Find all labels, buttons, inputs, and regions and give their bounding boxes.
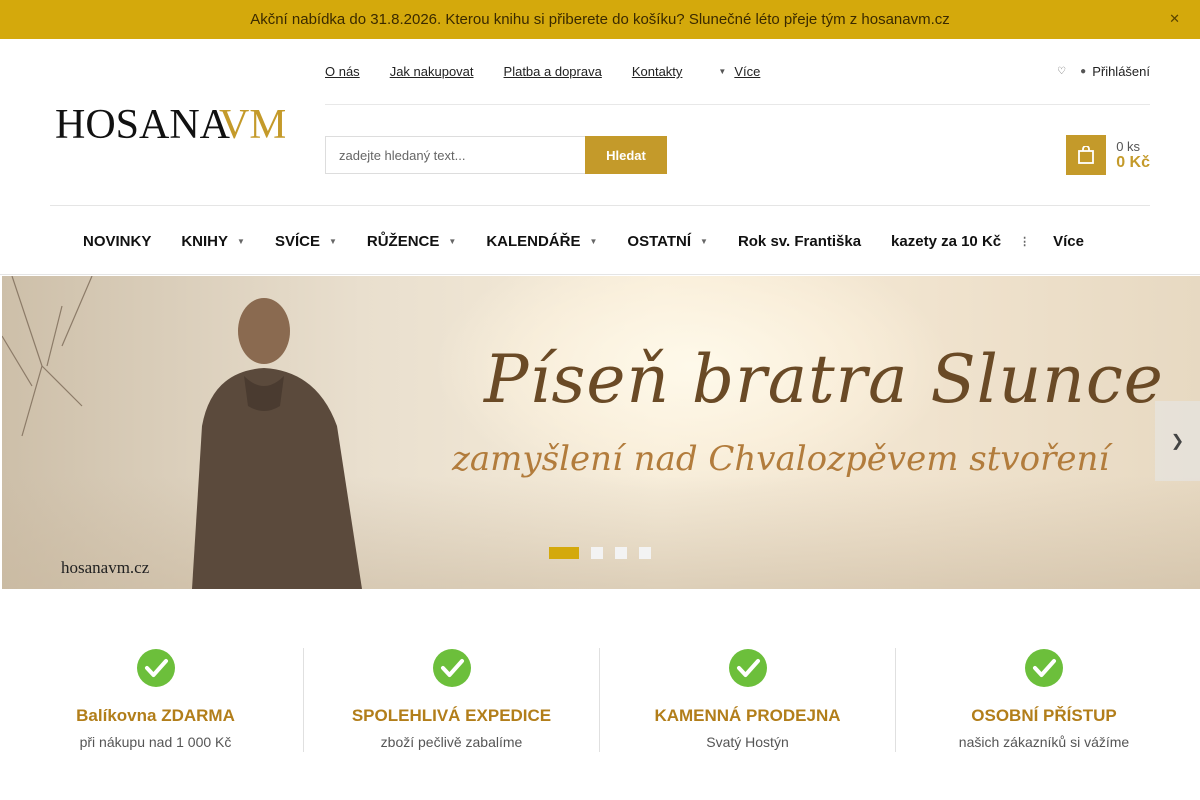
cart-widget[interactable]: 0 ks 0 Kč bbox=[1066, 135, 1150, 175]
menu-divider-top bbox=[50, 205, 1150, 206]
login-label: Přihlášení bbox=[1092, 64, 1150, 79]
banner-site: hosanavm.cz bbox=[61, 558, 150, 577]
chevron-down-icon: ▼ bbox=[237, 236, 245, 246]
usp-title: OSOBNÍ PŘÍSTUP bbox=[971, 706, 1117, 725]
usp-item: OSOBNÍ PŘÍSTUP našich zákazníků si vážím… bbox=[896, 648, 1192, 752]
search-button[interactable]: Hledat bbox=[585, 136, 667, 174]
slider-dot[interactable] bbox=[615, 547, 627, 559]
usp-title: KAMENNÁ PRODEJNA bbox=[654, 706, 841, 725]
shopping-bag-icon[interactable] bbox=[1066, 135, 1107, 175]
menu-label: NOVINKY bbox=[83, 232, 152, 250]
usp-subtitle: našich zákazníků si vážíme bbox=[958, 734, 1130, 750]
wishlist-icon[interactable]: ♡ bbox=[1057, 66, 1066, 77]
menu-label: SVÍCE bbox=[274, 232, 320, 250]
promo-text: Akční nabídka do 31.8.2026. Kterou knihu… bbox=[250, 11, 950, 28]
menu-label: OSTATNÍ bbox=[627, 232, 692, 250]
nav-link-jak-nakupovat[interactable]: Jak nakupovat bbox=[390, 64, 474, 79]
cart-price: 0 Kč bbox=[1116, 153, 1150, 171]
usp-item: SPOLEHLIVÁ EXPEDICE zboží pečlivě zabalí… bbox=[304, 648, 600, 752]
slider-dots bbox=[549, 547, 651, 559]
promo-bar: Akční nabídka do 31.8.2026. Kterou knihu… bbox=[0, 0, 1200, 39]
banner-branches bbox=[2, 276, 93, 437]
chevron-down-icon: ▼ bbox=[448, 236, 457, 246]
nav-link-kontakty[interactable]: Kontakty bbox=[632, 64, 683, 79]
banner-person-image bbox=[192, 298, 362, 589]
menu-item-kalendare[interactable]: KALENDÁŘE ▼ bbox=[486, 233, 597, 250]
main-menu: NOVINKY KNIHY ▼ SVÍCE ▼ RŮŽENCE ▼ KALENDÁŘE… bbox=[83, 224, 1114, 258]
chevron-down-icon: ▼ bbox=[718, 67, 727, 76]
nav-more[interactable]: ▼ Více bbox=[718, 64, 760, 79]
slider-dot[interactable] bbox=[549, 547, 579, 559]
nav-link-platba-doprava[interactable]: Platba a doprava bbox=[504, 64, 602, 79]
chevron-down-icon: ▼ bbox=[589, 236, 598, 246]
more-icon[interactable]: ⋮ bbox=[1019, 235, 1030, 248]
search-form: Hledat bbox=[325, 136, 667, 174]
menu-item-ostatni[interactable]: OSTATNÍ ▼ bbox=[627, 233, 708, 250]
login-link[interactable]: ● Přihlášení bbox=[1080, 64, 1150, 79]
usp-title: Balíkovna ZDARMA bbox=[76, 706, 235, 725]
menu-item-svice[interactable]: SVÍCE ▼ bbox=[275, 233, 337, 250]
top-nav: O nás Jak nakupovat Platba a doprava Kon… bbox=[325, 64, 760, 79]
menu-label: kazety za 10 Kč bbox=[891, 232, 1002, 250]
menu-item-kazety[interactable]: kazety za 10 Kč bbox=[891, 233, 1001, 250]
banner-subtitle: zamyšlení nad Chvalozpěvem stvoření bbox=[452, 439, 1110, 479]
slider-dot[interactable] bbox=[639, 547, 651, 559]
check-icon bbox=[1025, 649, 1063, 687]
usp-bar: Balíkovna ZDARMA při nákupu nad 1 000 Kč… bbox=[0, 648, 1200, 752]
chevron-right-icon[interactable]: ❯ bbox=[1155, 401, 1200, 481]
header-divider bbox=[325, 104, 1150, 105]
usp-title: SPOLEHLIVÁ EXPEDICE bbox=[351, 706, 552, 725]
account-area: ♡ ● Přihlášení bbox=[1057, 64, 1150, 79]
menu-label: Více bbox=[1053, 232, 1084, 250]
menu-item-more[interactable]: Více bbox=[1053, 233, 1084, 250]
menu-item-novinky[interactable]: NOVINKY bbox=[83, 233, 151, 250]
menu-label: KALENDÁŘE bbox=[486, 232, 581, 250]
hero-banner[interactable]: Píseň bratra Slunce zamyšlení nad Chvalo… bbox=[2, 276, 1200, 589]
logo-text-accent: VM bbox=[219, 102, 285, 146]
search-input[interactable] bbox=[325, 136, 585, 174]
usp-subtitle: Svatý Hostýn bbox=[706, 734, 789, 750]
logo[interactable]: HOSANA VM bbox=[55, 100, 287, 148]
usp-subtitle: zboží pečlivě zabalíme bbox=[380, 734, 523, 750]
slider-dot[interactable] bbox=[591, 547, 603, 559]
menu-item-rok-sv-frantiska[interactable]: Rok sv. Františka bbox=[738, 233, 861, 250]
menu-label: KNIHY bbox=[181, 232, 229, 250]
chevron-down-icon: ▼ bbox=[328, 236, 337, 246]
menu-label: Rok sv. Františka bbox=[737, 232, 862, 250]
check-icon bbox=[136, 649, 175, 687]
usp-item: KAMENNÁ PRODEJNA Svatý Hostýn bbox=[600, 648, 896, 752]
cart-count: 0 ks bbox=[1116, 138, 1141, 154]
menu-item-knihy[interactable]: KNIHY ▼ bbox=[181, 233, 245, 250]
banner-title: Píseň bratra Slunce bbox=[484, 341, 1164, 418]
logo-text-main: HOSANA bbox=[55, 102, 231, 146]
nav-more-label[interactable]: Více bbox=[734, 64, 760, 79]
menu-label: RŮŽENCE bbox=[366, 232, 440, 250]
chevron-down-icon: ▼ bbox=[700, 236, 708, 246]
close-icon[interactable]: ✕ bbox=[1169, 11, 1180, 27]
nav-link-o-nas[interactable]: O nás bbox=[325, 64, 360, 79]
menu-divider-bottom bbox=[0, 274, 1200, 275]
check-icon bbox=[728, 649, 767, 687]
menu-item-ruzence[interactable]: RŮŽENCE ▼ bbox=[367, 233, 456, 250]
user-icon: ● bbox=[1080, 66, 1087, 77]
usp-subtitle: při nákupu nad 1 000 Kč bbox=[79, 734, 232, 750]
usp-item: Balíkovna ZDARMA při nákupu nad 1 000 Kč bbox=[8, 648, 304, 752]
check-icon bbox=[432, 649, 471, 687]
